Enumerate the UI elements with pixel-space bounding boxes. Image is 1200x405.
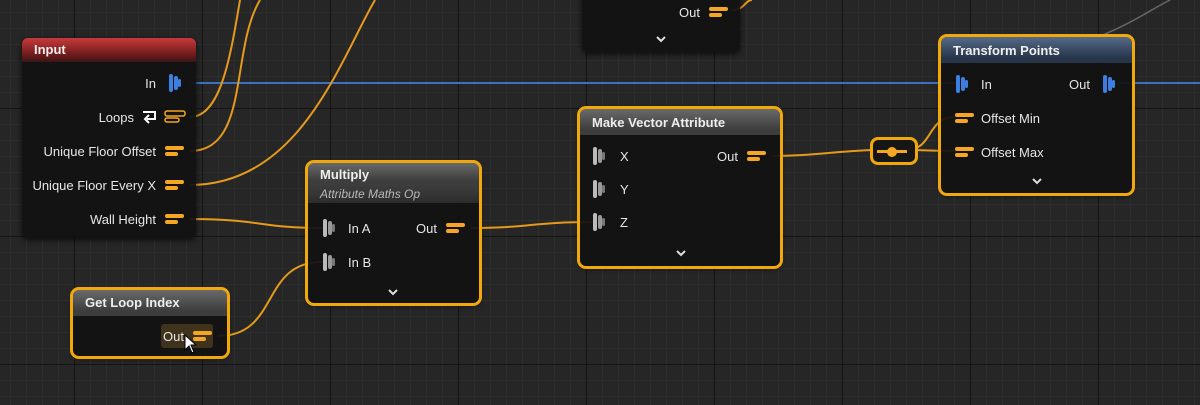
- input-node[interactable]: Input In Loops Unique Floor Offset Uniqu…: [22, 38, 196, 238]
- wire-loopindex-to-inb[interactable]: [217, 261, 323, 337]
- attribute-pin-icon[interactable]: [955, 147, 974, 158]
- multiply-out-label: Out: [416, 221, 437, 236]
- multiply-in-b-label: In B: [348, 255, 372, 270]
- graph-canvas[interactable]: Out Input In Loops Unique Floor Offset U…: [0, 0, 1200, 405]
- input-pin-in-label: In: [145, 76, 156, 91]
- transform-offset-max-label: Offset Max: [981, 145, 1044, 160]
- transform-in-label: In: [981, 77, 992, 92]
- attribute-pin-icon[interactable]: [446, 223, 465, 234]
- wire-multiply-to-z[interactable]: [469, 221, 596, 229]
- multiply-node[interactable]: Multiply Attribute Maths Op In A Out In …: [305, 160, 482, 306]
- get-loop-index-title: Get Loop Index: [73, 290, 227, 316]
- make-vector-title: Make Vector Attribute: [580, 109, 780, 135]
- get-loop-index-out-label: Out: [163, 329, 184, 344]
- input-pin-unique-floor-every-x-label: Unique Floor Every X: [32, 178, 156, 193]
- transform-offset-min-label: Offset Min: [981, 111, 1041, 126]
- point-data-pin-icon[interactable]: [955, 75, 969, 93]
- expand-chevron-icon[interactable]: [676, 248, 686, 258]
- make-vector-out-label: Out: [717, 149, 738, 164]
- attribute-pin-icon[interactable]: [747, 151, 766, 162]
- input-pin-wall-height-label: Wall Height: [90, 212, 156, 227]
- top-node-out-label: Out: [679, 5, 700, 20]
- wire-offtop-1: [189, 0, 241, 118]
- transform-points-title: Transform Points: [941, 37, 1132, 63]
- input-pin-loops-label: Loops: [98, 110, 134, 125]
- mouse-cursor-icon: [184, 334, 198, 354]
- make-vector-x-label: X: [620, 149, 629, 164]
- attribute-pin-icon[interactable]: [165, 214, 184, 225]
- point-data-pin-icon[interactable]: [1102, 75, 1116, 93]
- wire-wallheight-to-ina[interactable]: [189, 218, 323, 229]
- transform-points-node[interactable]: Transform Points In Out Offset Min Offse…: [938, 34, 1135, 196]
- attribute-stack-pin-icon[interactable]: [322, 253, 336, 271]
- get-loop-index-node[interactable]: Get Loop Index Out: [70, 287, 230, 359]
- wire-everyx-to-top[interactable]: [189, 0, 376, 186]
- attribute-pin-icon[interactable]: [955, 113, 974, 124]
- transform-out-label: Out: [1069, 77, 1090, 92]
- attribute-stack-pin-icon[interactable]: [322, 219, 336, 237]
- expand-chevron-icon[interactable]: [388, 287, 398, 297]
- input-pin-unique-floor-offset-label: Unique Floor Offset: [43, 144, 156, 159]
- point-data-pin-icon[interactable]: [168, 74, 182, 92]
- make-vector-y-label: Y: [620, 182, 629, 197]
- attribute-stack-pin-icon[interactable]: [592, 213, 606, 231]
- make-vector-attribute-node[interactable]: Make Vector Attribute X Out Y Z: [577, 106, 783, 269]
- input-node-title: Input: [22, 38, 196, 62]
- expand-chevron-icon[interactable]: [1032, 176, 1042, 186]
- loop-pin-icon[interactable]: [140, 109, 158, 125]
- multiply-node-subtitle: Attribute Maths Op: [308, 185, 479, 203]
- attribute-pin-icon[interactable]: [165, 146, 184, 157]
- wire-offtop-right: [1089, 0, 1171, 41]
- attribute-stack-pin-icon[interactable]: [592, 147, 606, 165]
- make-vector-z-label: Z: [620, 215, 628, 230]
- hollow-attribute-pin-icon[interactable]: [164, 110, 186, 123]
- attribute-pin-icon[interactable]: [709, 7, 728, 18]
- multiply-node-title: Multiply: [308, 163, 479, 185]
- multiply-in-a-label: In A: [348, 221, 371, 236]
- expand-chevron-icon[interactable]: [656, 34, 666, 44]
- wire-offset-to-top[interactable]: [189, 0, 261, 152]
- reroute-knot-icon[interactable]: [870, 137, 918, 165]
- top-partial-node[interactable]: Out: [582, 0, 740, 52]
- wire-vector-to-knot[interactable]: [771, 149, 881, 157]
- attribute-stack-pin-icon[interactable]: [592, 180, 606, 198]
- attribute-pin-icon[interactable]: [165, 180, 184, 191]
